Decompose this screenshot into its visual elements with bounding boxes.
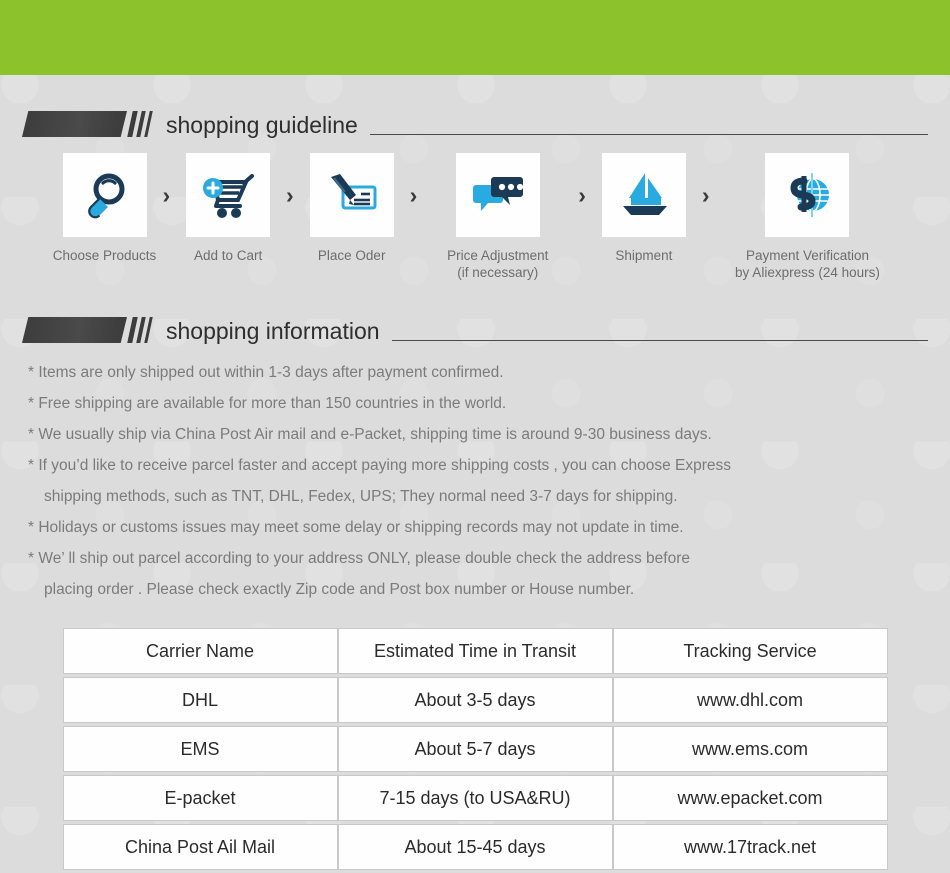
transit-time-cell: About 5-7 days	[337, 726, 613, 772]
step-icon-box	[601, 153, 686, 237]
carrier-name-cell: EMS	[62, 726, 338, 772]
banner-tag-shape-icon	[22, 317, 127, 343]
tracking-service-cell[interactable]: www.dhl.com	[612, 677, 888, 723]
step-payment-verification: Payment Verification by Aliexpress (24 h…	[715, 153, 900, 281]
step-label-secondary: by Aliexpress (24 hours)	[735, 265, 880, 280]
table-row: E-packet 7-15 days (to USA&RU) www.epack…	[62, 775, 888, 821]
tracking-service-cell[interactable]: www.17track.net	[612, 824, 888, 870]
step-icon-box	[62, 153, 147, 237]
shopping-guideline-title: shopping guideline	[166, 112, 358, 138]
step-label: Choose Products	[52, 248, 157, 263]
step-separator-icon: ›	[409, 181, 418, 208]
shopping-guideline-header: shopping guideline	[22, 93, 928, 137]
step-separator-icon: ›	[578, 181, 586, 208]
step-icon-box	[309, 153, 394, 237]
step-separator-icon: ›	[701, 181, 710, 208]
info-line: placing order . Please check exactly Zip…	[44, 581, 635, 598]
title-underline	[369, 134, 928, 135]
info-line: * We’ ll ship out parcel according to yo…	[28, 550, 691, 567]
step-place-order: Place Oder	[299, 153, 404, 264]
step-price-adjustment: Price Adjustment (if necessary)	[423, 153, 573, 281]
magnifier-icon	[87, 173, 124, 219]
tracking-service-cell[interactable]: www.epacket.com	[612, 775, 888, 821]
shopping-information-title: shopping information	[166, 318, 380, 344]
globe-dollar-icon	[790, 173, 830, 217]
table-row: EMS About 5-7 days www.ems.com	[62, 726, 888, 772]
shopping-information-list: * Items are only shipped out within 1-3 …	[22, 357, 928, 605]
table-header-cell: Carrier Name	[62, 628, 338, 674]
banner-slashes-icon	[127, 317, 153, 343]
step-separator-icon: ›	[286, 181, 294, 208]
info-line: * Items are only shipped out within 1-3 …	[28, 364, 504, 381]
info-line: shipping methods, such as TNT, DHL, Fede…	[44, 488, 678, 505]
table-header-cell: Tracking Service	[612, 628, 888, 674]
sailboat-icon	[622, 173, 667, 215]
title-underline	[391, 340, 928, 341]
carrier-name-cell: DHL	[62, 677, 338, 723]
table-header-cell: Estimated Time in Transit	[337, 628, 613, 674]
step-label: Shipment	[615, 248, 673, 263]
info-line: * If you’d like to receive parcel faster…	[28, 457, 732, 474]
banner-tag-shape-icon	[22, 111, 127, 137]
info-line: * Free shipping are available for more t…	[28, 395, 507, 412]
table-row: DHL About 3-5 days www.dhl.com	[62, 677, 888, 723]
transit-time-cell: About 15-45 days	[337, 824, 613, 870]
step-add-to-cart: Add to Cart	[176, 153, 281, 264]
tracking-service-cell[interactable]: www.ems.com	[612, 726, 888, 772]
step-label: Place Oder	[317, 248, 386, 263]
cart-plus-icon	[203, 174, 255, 218]
top-green-banner	[0, 0, 950, 75]
step-label: Add to Cart	[193, 248, 263, 263]
page-content: shopping guideline Choose Products › Add…	[0, 93, 950, 873]
step-separator-icon: ›	[162, 181, 171, 208]
step-label-secondary: (if necessary)	[457, 265, 539, 280]
table-header-row: Carrier Name Estimated Time in Transit T…	[62, 628, 888, 674]
step-shipment: Shipment	[591, 153, 696, 264]
carrier-name-cell: E-packet	[62, 775, 338, 821]
step-label: Payment Verification	[745, 248, 869, 263]
step-icon-box	[186, 153, 271, 237]
shopping-steps: Choose Products › Add to Cart › Place Od…	[22, 153, 928, 281]
info-line: * We usually ship via China Post Air mai…	[28, 426, 712, 443]
step-choose-products: Choose Products	[52, 153, 157, 264]
step-icon-box	[765, 153, 850, 237]
carrier-name-cell: China Post Ail Mail	[62, 824, 338, 870]
carrier-table: Carrier Name Estimated Time in Transit T…	[62, 625, 888, 873]
step-icon-box	[455, 153, 540, 237]
banner-slashes-icon	[127, 111, 153, 137]
pen-check-icon	[330, 174, 377, 210]
info-line: * Holidays or customs issues may meet so…	[28, 519, 684, 536]
chat-bubbles-icon	[472, 177, 523, 211]
step-label: Price Adjustment	[447, 248, 549, 263]
transit-time-cell: 7-15 days (to USA&RU)	[337, 775, 613, 821]
table-row: China Post Ail Mail About 15-45 days www…	[62, 824, 888, 870]
transit-time-cell: About 3-5 days	[337, 677, 613, 723]
shopping-information-header: shopping information	[22, 299, 928, 343]
